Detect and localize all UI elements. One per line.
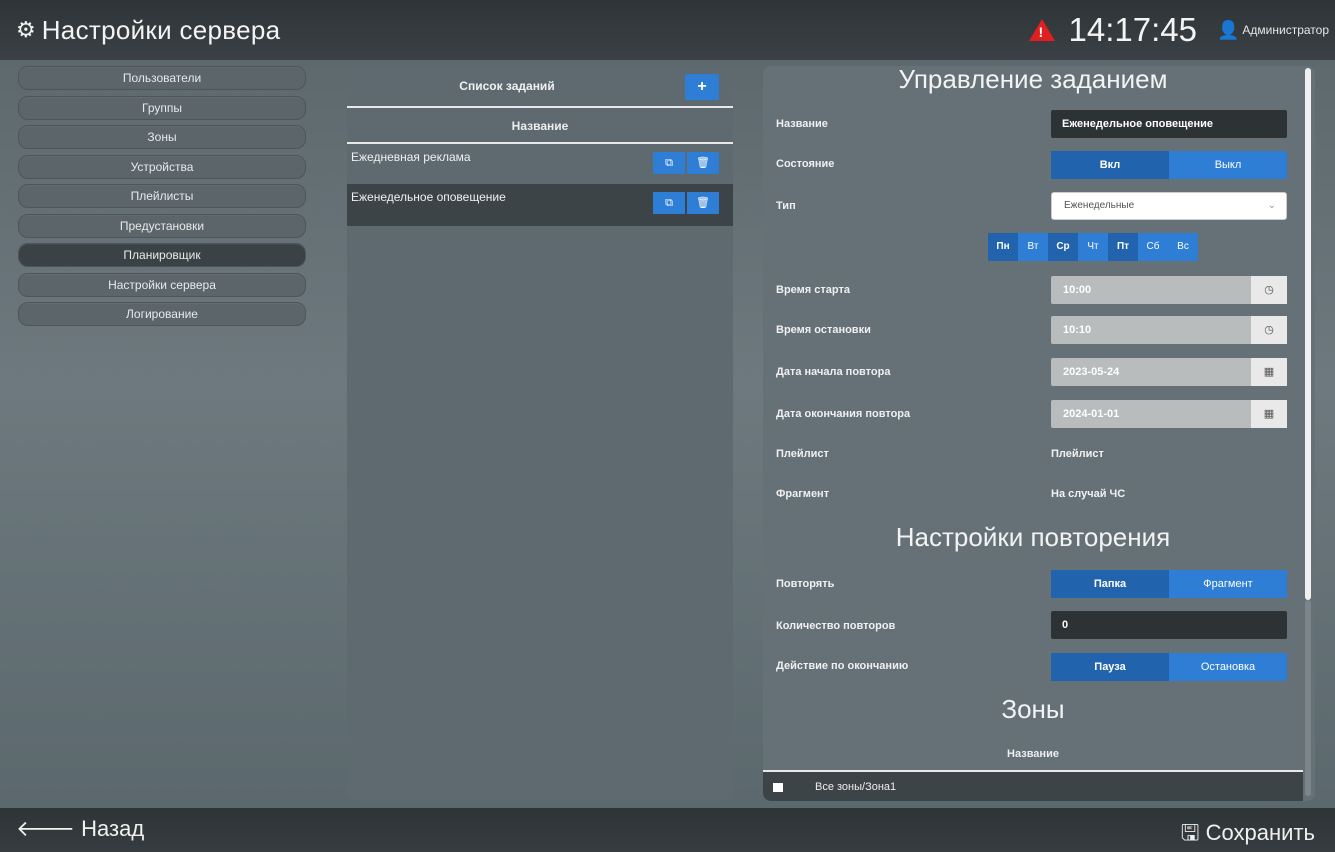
zone-row[interactable]: Все зоны/Зона1	[763, 772, 1303, 801]
type-label: Тип	[776, 200, 796, 212]
zone-checkbox[interactable]	[773, 782, 783, 792]
task-list-panel: Список заданий + Название Ежедневная рек…	[347, 66, 733, 801]
trash-icon[interactable]: 🗑	[687, 192, 719, 214]
gears-icon: ⚙	[16, 17, 36, 42]
footer-bar: 🡐 Назад 🖫 Сохранить	[0, 808, 1335, 852]
user-name[interactable]: Администратор	[1242, 23, 1329, 37]
side-menu: Пользователи Группы Зоны Устройства Плей…	[18, 66, 306, 332]
menu-item-zones[interactable]: Зоны	[18, 125, 306, 149]
menu-item-users[interactable]: Пользователи	[18, 66, 306, 90]
task-actions: ⧉ 🗑	[653, 152, 719, 174]
back-label: Назад	[81, 816, 145, 841]
chevron-down-icon: ⌄	[1267, 200, 1276, 211]
scrollbar-track[interactable]	[1305, 600, 1311, 796]
back-button[interactable]: 🡐 Назад	[16, 816, 144, 842]
menu-item-scheduler[interactable]: Планировщик	[18, 243, 306, 267]
day-fri[interactable]: Пт	[1108, 233, 1138, 261]
save-button[interactable]: 🖫 Сохранить	[1181, 816, 1315, 852]
menu-item-playlists[interactable]: Плейлисты	[18, 184, 306, 208]
menu-item-logging[interactable]: Логирование	[18, 302, 306, 326]
task-actions: ⧉ 🗑	[653, 192, 719, 214]
task-row[interactable]: Ежедневная реклама ⧉ 🗑	[347, 144, 733, 184]
zones-title: Зоны	[1001, 694, 1065, 724]
task-column-header: Название	[347, 108, 733, 144]
trash-icon[interactable]: 🗑	[687, 152, 719, 174]
clock: 14:17:45	[1068, 11, 1197, 48]
repeat-start-value: 2023-05-24	[1063, 366, 1120, 378]
repeat-label: Повторять	[776, 578, 835, 590]
job-panel: Управление заданием Название Еженедельно…	[763, 66, 1315, 801]
stop-time-label: Время остановки	[776, 324, 871, 336]
repeat-folder-button[interactable]: Папка	[1051, 570, 1169, 598]
add-task-button[interactable]: +	[685, 74, 719, 100]
fragment-value[interactable]: На случай ЧС	[1051, 488, 1125, 500]
task-name: Ежедневная реклама	[351, 150, 471, 164]
job-title: Управление заданием	[898, 66, 1168, 94]
end-action-label: Действие по окончанию	[776, 660, 909, 672]
type-select[interactable]: Еженедельные ⌄	[1051, 192, 1287, 220]
day-wed[interactable]: Ср	[1048, 233, 1078, 261]
start-time-input[interactable]: 10:00 ◷	[1051, 276, 1287, 304]
header-right: ! 14:17:45 👤 Администратор	[1028, 0, 1329, 60]
page-title: Настройки сервера	[41, 14, 281, 45]
stop-time-input[interactable]: 10:10 ◷	[1051, 316, 1287, 344]
copy-icon[interactable]: ⧉	[653, 192, 685, 214]
state-on-button[interactable]: Вкл	[1051, 151, 1169, 179]
weekday-selector: Пн Вт Ср Чт Пт Сб Вс	[988, 233, 1198, 261]
stop-time-value: 10:10	[1063, 324, 1092, 336]
menu-item-devices[interactable]: Устройства	[18, 154, 306, 179]
start-time-value: 10:00	[1063, 284, 1092, 296]
start-time-label: Время старта	[776, 284, 850, 296]
end-pause-button[interactable]: Пауза	[1051, 653, 1169, 681]
menu-item-presets[interactable]: Предустановки	[18, 213, 306, 238]
day-tue[interactable]: Вт	[1018, 233, 1048, 261]
task-row-selected[interactable]: Еженедельное оповещение ⧉ 🗑	[347, 184, 733, 226]
copy-icon[interactable]: ⧉	[653, 152, 685, 174]
state-off-button[interactable]: Выкл	[1169, 151, 1287, 179]
arrow-left-icon: 🡐	[16, 816, 75, 841]
fragment-label: Фрагмент	[776, 488, 830, 500]
day-thu[interactable]: Чт	[1078, 233, 1108, 261]
repeat-fragment-button[interactable]: Фрагмент	[1169, 570, 1287, 598]
day-sat[interactable]: Сб	[1138, 233, 1168, 261]
playlist-value[interactable]: Плейлист	[1051, 448, 1104, 460]
repeat-start-label: Дата начала повтора	[776, 366, 891, 378]
scrollbar-thumb[interactable]	[1305, 68, 1311, 600]
repeat-end-value: 2024-01-01	[1063, 408, 1120, 420]
repeat-count-label: Количество повторов	[776, 620, 896, 632]
repeat-count-input[interactable]: 0	[1051, 611, 1287, 639]
repeat-start-input[interactable]: 2023-05-24 ▦	[1051, 358, 1287, 386]
task-list-header: Список заданий +	[347, 66, 733, 108]
repeat-end-label: Дата окончания повтора	[776, 408, 911, 420]
playlist-label: Плейлист	[776, 448, 829, 460]
name-input[interactable]: Еженедельное оповещение	[1051, 110, 1287, 138]
repeat-toggle: Папка Фрагмент	[1051, 570, 1287, 598]
title-wrap: ⚙ Настройки сервера	[16, 15, 280, 46]
type-select-value: Еженедельные	[1064, 200, 1135, 211]
end-action-toggle: Пауза Остановка	[1051, 653, 1287, 681]
menu-item-server-settings[interactable]: Настройки сервера	[18, 272, 306, 297]
zone-name: Все зоны/Зона1	[815, 781, 897, 793]
warning-icon[interactable]: !	[1028, 19, 1055, 41]
name-label: Название	[776, 118, 828, 130]
zones-column-header: Название	[1007, 748, 1059, 760]
repeat-end-input[interactable]: 2024-01-01 ▦	[1051, 400, 1287, 428]
repeat-settings-title: Настройки повторения	[895, 522, 1171, 552]
user-icon[interactable]: 👤	[1217, 20, 1239, 41]
top-bar: ⚙ Настройки сервера ! 14:17:45 👤 Админис…	[0, 0, 1335, 60]
state-toggle: Вкл Выкл	[1051, 151, 1287, 179]
clock-icon[interactable]: ◷	[1251, 316, 1287, 344]
calendar-icon[interactable]: ▦	[1251, 358, 1287, 386]
menu-item-groups[interactable]: Группы	[18, 95, 306, 120]
floppy-icon: 🖫	[1180, 820, 1200, 845]
clock-icon[interactable]: ◷	[1251, 276, 1287, 304]
day-sun[interactable]: Вс	[1168, 233, 1198, 261]
save-label: Сохранить	[1205, 820, 1315, 845]
calendar-icon[interactable]: ▦	[1251, 400, 1287, 428]
task-list-title: Список заданий	[459, 79, 555, 93]
task-name: Еженедельное оповещение	[351, 190, 506, 204]
end-stop-button[interactable]: Остановка	[1169, 653, 1287, 681]
state-label: Состояние	[776, 158, 835, 170]
day-mon[interactable]: Пн	[988, 233, 1018, 261]
